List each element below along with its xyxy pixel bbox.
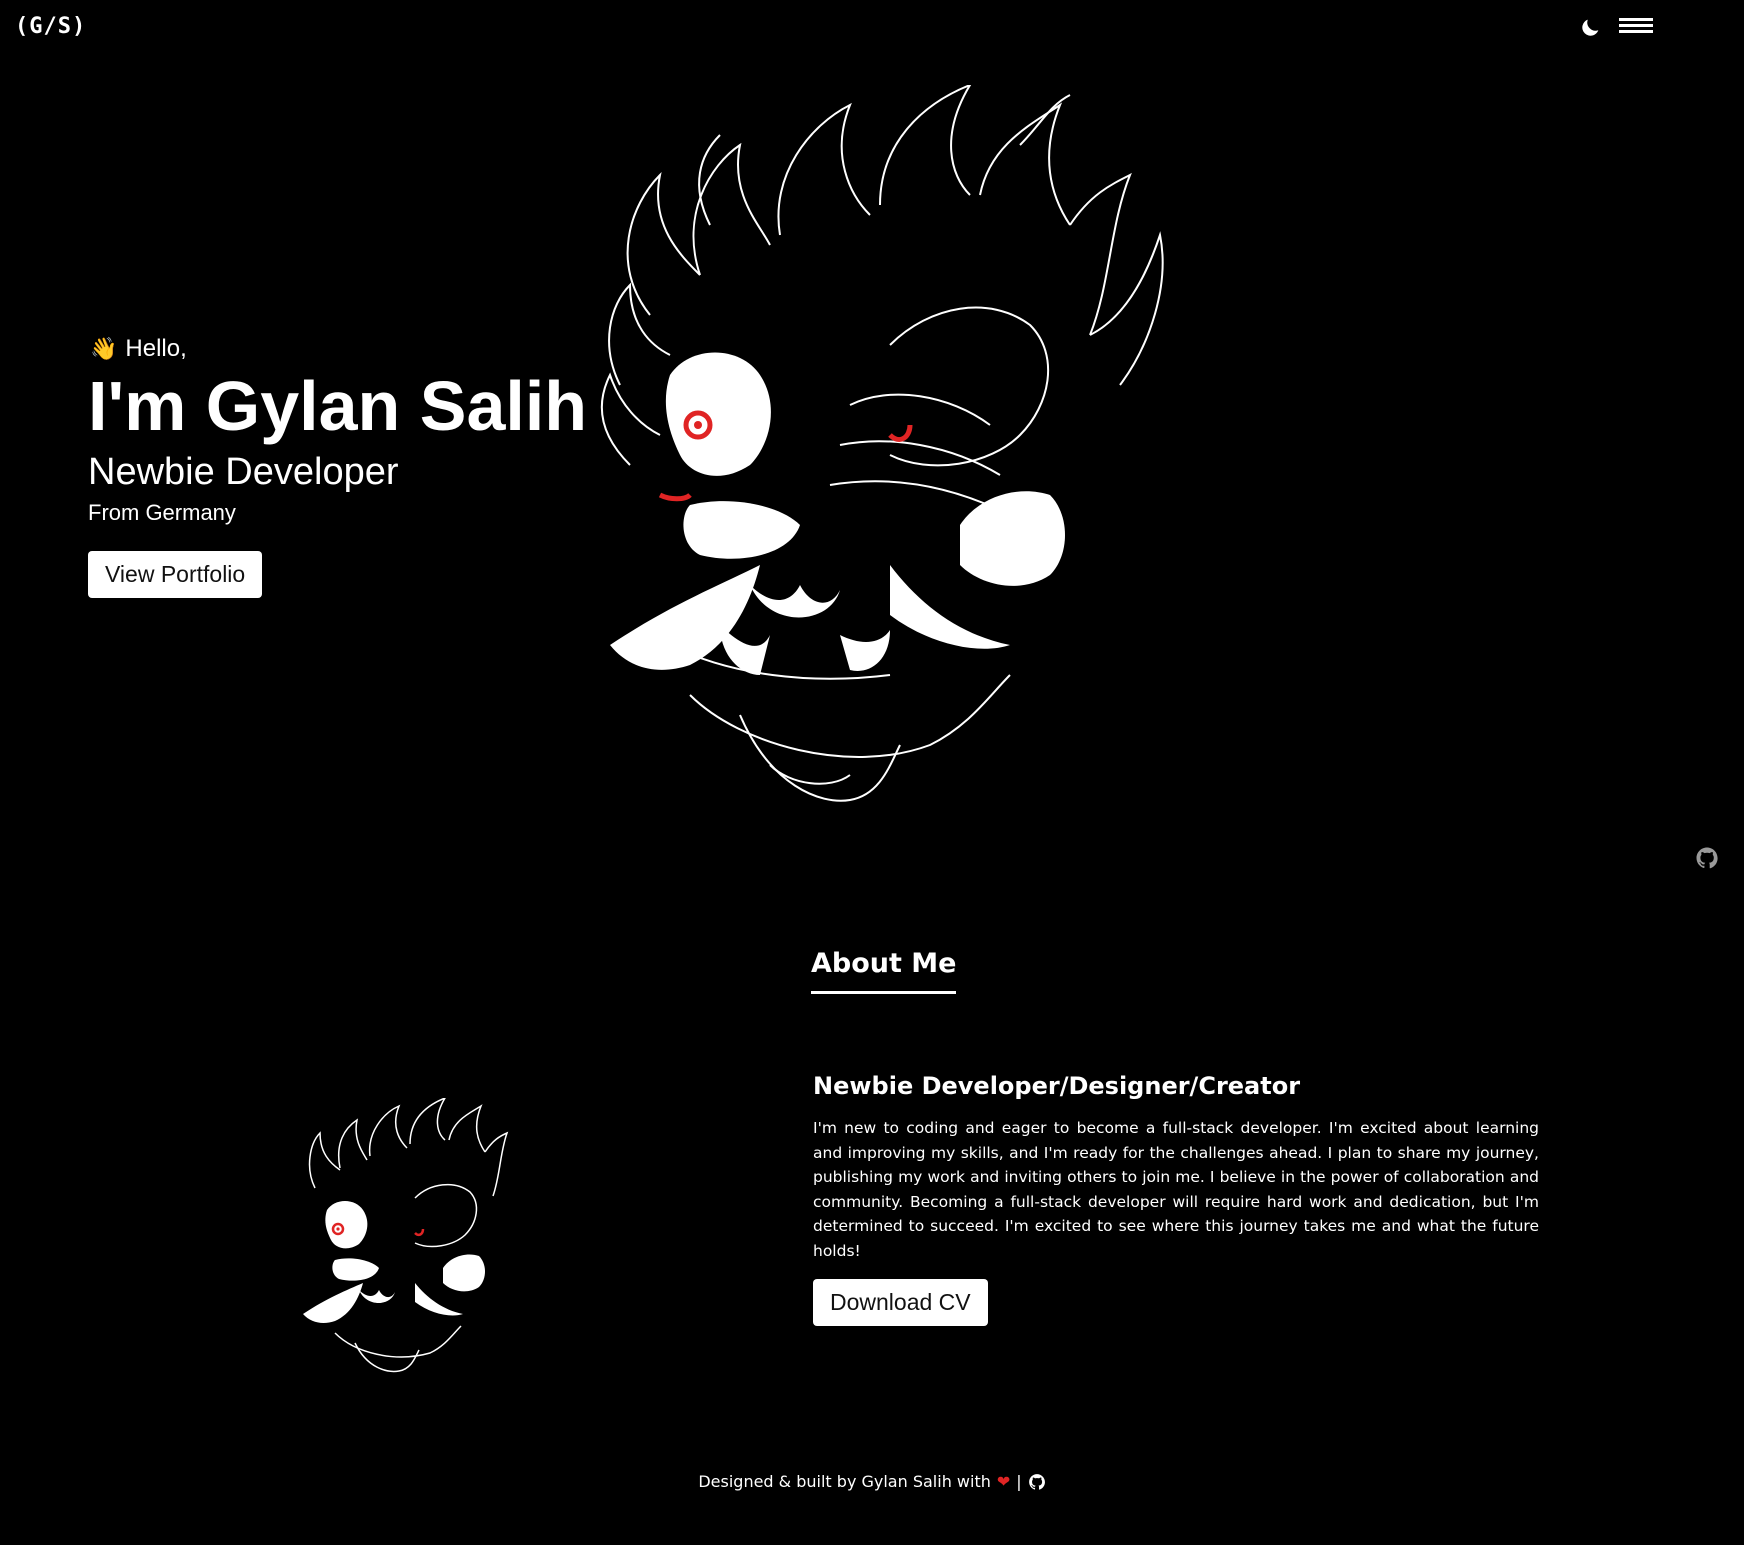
greeting-text: Hello, <box>125 335 187 362</box>
about-subtitle: Newbie Developer/Designer/Creator <box>813 1072 1301 1100</box>
hero-origin: From Germany <box>88 500 236 525</box>
page: (G/S) 👋 Hello, I'm Gylan Salih Newbie De… <box>0 0 1744 1545</box>
footer-text: Designed & built by Gylan Salih with <box>698 1472 991 1491</box>
hero-role: Newbie Developer <box>88 451 399 493</box>
about-body: I'm new to coding and eager to become a … <box>813 1119 1539 1260</box>
samurai-mask-illustration <box>600 85 1164 802</box>
footer-separator: | <box>1016 1472 1022 1491</box>
about-content: Newbie Developer/Designer/Creator I'm ne… <box>813 1072 1539 1326</box>
hero-section: 👋 Hello, I'm Gylan Salih Newbie Develope… <box>88 335 587 598</box>
moon-icon[interactable] <box>1580 16 1602 38</box>
download-cv-button[interactable]: Download CV <box>813 1279 988 1326</box>
waving-hand-icon: 👋 <box>90 336 118 361</box>
footer-github-icon[interactable] <box>1028 1473 1046 1491</box>
about-heading: About Me <box>811 948 957 994</box>
footer: Designed & built by Gylan Salih with ❤ | <box>0 1472 1744 1491</box>
samurai-mask-small-illustration <box>303 1098 509 1373</box>
github-icon[interactable] <box>1695 846 1719 870</box>
site-logo[interactable]: (G/S) <box>15 14 86 39</box>
greeting: 👋 Hello, <box>90 335 587 363</box>
hero-name: I'm Gylan Salih <box>88 367 588 445</box>
heart-icon: ❤ <box>996 1472 1011 1491</box>
view-portfolio-button[interactable]: View Portfolio <box>88 551 263 598</box>
hamburger-menu-icon[interactable] <box>1619 18 1653 38</box>
